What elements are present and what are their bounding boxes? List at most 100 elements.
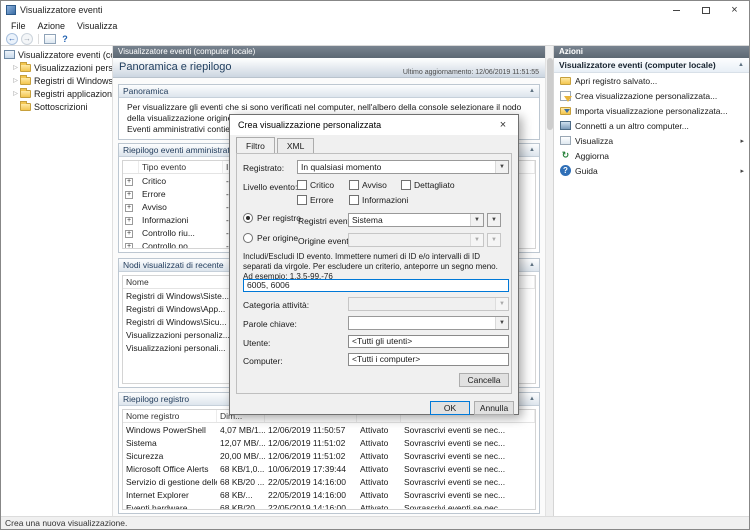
checkbox-icon[interactable]: [349, 195, 359, 205]
center-scrollbar[interactable]: [545, 46, 553, 516]
expand-icon[interactable]: +: [125, 191, 133, 199]
action-item[interactable]: ?Guida▸: [554, 163, 749, 178]
log-summary-table: Nome registroDim... Windows PowerShell4,…: [122, 409, 536, 510]
level-checkbox-informazioni[interactable]: Informazioni: [349, 194, 408, 205]
submenu-arrow-icon: ▸: [740, 167, 744, 175]
event-logs-dropdown-button[interactable]: ▼: [487, 213, 501, 227]
actions-pane-title: Azioni: [554, 46, 749, 58]
tree-root-event-viewer[interactable]: Visualizzatore eventi (computer locale): [1, 48, 112, 61]
checkbox-icon[interactable]: [349, 180, 359, 190]
action-item[interactable]: Connetti a un altro computer...: [554, 118, 749, 133]
level-checkbox-errore[interactable]: Errore: [297, 194, 334, 205]
checkbox-icon[interactable]: [401, 180, 411, 190]
action-item[interactable]: Visualizza▸: [554, 133, 749, 148]
log-summary-row[interactable]: Sicurezza20,00 MB/...12/06/2019 11:51:02…: [123, 449, 535, 462]
collapse-icon[interactable]: ▲: [529, 262, 535, 268]
expand-icon[interactable]: +: [125, 217, 133, 225]
menu-azione[interactable]: Azione: [32, 21, 72, 31]
maximize-button[interactable]: [691, 1, 720, 19]
connect-icon: [560, 121, 571, 130]
expander-icon[interactable]: ▷: [11, 64, 20, 71]
chevron-down-icon[interactable]: ▼: [495, 317, 508, 329]
tab-xml[interactable]: XML: [277, 138, 314, 153]
column-header[interactable]: Nome registro: [123, 410, 217, 422]
filter-tab-panel: Registrato: In qualsiasi momento▼ Livell…: [236, 153, 512, 394]
chevron-down-icon[interactable]: ▼: [495, 161, 508, 173]
log-summary-row[interactable]: Sistema12,07 MB/...12/06/2019 11:51:02At…: [123, 436, 535, 449]
tree-item[interactable]: ▷Registri applicazioni e servizi: [1, 87, 112, 100]
window-title: Visualizzatore eventi: [20, 5, 662, 15]
section-header-panoramica[interactable]: Panoramica ▲: [119, 85, 539, 98]
collapse-icon[interactable]: ▲: [738, 62, 744, 68]
by-log-radio[interactable]: Per registro: [243, 213, 301, 223]
column-header[interactable]: Nome: [123, 276, 245, 288]
action-item[interactable]: Importa visualizzazione personalizzata..…: [554, 103, 749, 118]
log-summary-row[interactable]: Internet Explorer68 KB/...22/05/2019 14:…: [123, 488, 535, 501]
level-checkbox-dettagliato[interactable]: Dettagliato: [401, 179, 455, 190]
expand-icon[interactable]: +: [125, 243, 133, 249]
cancel-button[interactable]: Annulla: [474, 401, 514, 415]
column-header[interactable]: Tipo evento: [139, 161, 223, 173]
create-custom-view-dialog: Crea visualizzazione personalizzata × Fi…: [229, 114, 519, 415]
by-source-radio[interactable]: Per origine: [243, 233, 298, 243]
expander-icon[interactable]: ▷: [11, 90, 20, 97]
window-controls: ×: [662, 1, 749, 19]
log-summary-row[interactable]: Windows PowerShell4,07 MB/1...12/06/2019…: [123, 423, 535, 436]
expand-icon[interactable]: +: [125, 204, 133, 212]
event-logs-combobox[interactable]: Sistema▼: [348, 213, 484, 227]
collapse-icon[interactable]: ▲: [529, 396, 535, 402]
user-input[interactable]: <Tutti gli utenti>: [348, 335, 509, 348]
keywords-combobox[interactable]: ▼: [348, 316, 509, 330]
log-summary-row[interactable]: Eventi hardware68 KB/20...22/05/2019 14:…: [123, 501, 535, 510]
radio-icon[interactable]: [243, 213, 253, 223]
computer-input[interactable]: <Tutti i computer>: [348, 353, 509, 366]
dialog-title-bar[interactable]: Crea visualizzazione personalizzata ×: [230, 115, 518, 135]
console-tree-icon[interactable]: [44, 34, 56, 44]
event-ids-help-text: Includi/Escludi ID evento. Immettere num…: [243, 252, 507, 282]
ok-button[interactable]: OK: [430, 401, 470, 415]
forward-icon[interactable]: →: [21, 33, 33, 45]
help-icon[interactable]: ?: [59, 33, 71, 45]
log-summary-row[interactable]: Microsoft Office Alerts68 KB/1,0...10/06…: [123, 462, 535, 475]
actions-list: Apri registro salvato...Crea visualizzaz…: [554, 73, 749, 178]
minimize-button[interactable]: [662, 1, 691, 19]
expand-icon[interactable]: +: [125, 230, 133, 238]
folder-icon: [20, 64, 31, 72]
level-checkbox-critico[interactable]: Critico: [297, 179, 334, 190]
tree-item[interactable]: ▷Visualizzazioni personalizzate: [1, 61, 112, 74]
view-icon: [560, 136, 571, 145]
checkbox-icon[interactable]: [297, 195, 307, 205]
log-summary-row[interactable]: Servizio di gestione delle ...68 KB/20 .…: [123, 475, 535, 488]
menu-visualizza[interactable]: Visualizza: [71, 21, 123, 31]
chevron-down-icon[interactable]: ▼: [470, 214, 483, 226]
collapse-icon[interactable]: ▲: [529, 147, 535, 153]
menu-file[interactable]: File: [5, 21, 32, 31]
event-ids-input[interactable]: 6005, 6006: [243, 279, 509, 292]
refresh-icon: ↻: [560, 150, 571, 161]
actions-section-header[interactable]: Visualizzatore eventi (computer locale) …: [554, 58, 749, 73]
collapse-icon[interactable]: ▲: [529, 88, 535, 94]
folder-icon: [20, 77, 31, 85]
tab-filtro[interactable]: Filtro: [236, 137, 275, 153]
toolbar: ←→?: [1, 32, 749, 46]
menu-bar: FileAzioneVisualizza: [1, 19, 749, 32]
action-item[interactable]: Crea visualizzazione personalizzata...: [554, 88, 749, 103]
expand-icon[interactable]: +: [125, 178, 133, 186]
status-bar: Crea una nuova visualizzazione.: [1, 516, 749, 529]
dialog-close-button[interactable]: ×: [488, 115, 518, 135]
action-item[interactable]: Apri registro salvato...: [554, 73, 749, 88]
scrollbar-thumb[interactable]: [547, 58, 553, 130]
action-item[interactable]: ↻Aggiorna: [554, 148, 749, 163]
tree-item[interactable]: ▷Registri di Windows: [1, 74, 112, 87]
last-update-text: Ultimo aggiornamento: 12/06/2019 11:51:5…: [403, 69, 539, 76]
back-icon[interactable]: ←: [6, 33, 18, 45]
tree-item[interactable]: Sottoscrizioni: [1, 100, 112, 113]
radio-icon[interactable]: [243, 233, 253, 243]
logged-time-combobox[interactable]: In qualsiasi momento▼: [297, 160, 509, 174]
expander-icon[interactable]: ▷: [11, 77, 20, 84]
close-button[interactable]: ×: [720, 1, 749, 19]
checkbox-icon[interactable]: [297, 180, 307, 190]
task-category-combobox: ▼: [348, 297, 509, 311]
level-checkbox-avviso[interactable]: Avviso: [349, 179, 387, 190]
clear-button[interactable]: Cancella: [459, 373, 509, 387]
